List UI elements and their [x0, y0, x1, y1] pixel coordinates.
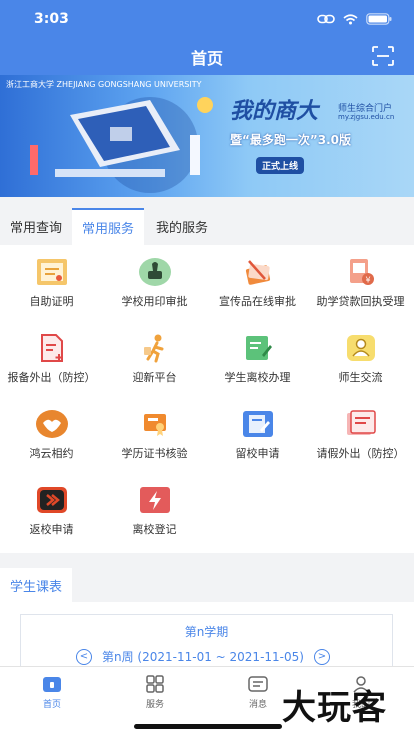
banner-badge: 正式上线: [256, 157, 305, 174]
nav-services-label: 服务: [145, 700, 164, 710]
banner-url: my.zjgsu.edu.cn: [338, 113, 395, 121]
seal-stamp-icon: [138, 257, 172, 287]
message-icon: [248, 676, 268, 692]
service-label: 迎新平台: [132, 371, 177, 384]
nav-services[interactable]: 服务: [125, 675, 185, 710]
nav-home-label: 首页: [42, 700, 61, 710]
publicity-materials-icon: [241, 257, 275, 287]
battery-icon: [366, 13, 392, 25]
service-item-report-outing[interactable]: 报备外出（防控）: [0, 333, 103, 385]
banner-illustration: [30, 97, 213, 193]
service-item-publicity-approval[interactable]: 宣传品在线审批: [206, 257, 309, 309]
promo-banner[interactable]: 浙江工商大学 ZHEJIANG GONGSHANG UNIVERSITY 我的商…: [0, 75, 414, 197]
service-label: 宣传品在线审批: [219, 295, 296, 308]
nav-messages-label: 消息: [248, 700, 267, 710]
nav-messages[interactable]: 消息: [228, 675, 288, 710]
lightning-icon: [138, 485, 172, 515]
service-label: 学生离校办理: [224, 371, 291, 384]
service-item-stay-application[interactable]: 留校申请: [206, 409, 309, 461]
status-time: 3:03: [34, 11, 69, 27]
grid-icon: [146, 675, 164, 693]
link-icon: [317, 14, 335, 24]
nav-home[interactable]: 首页: [22, 675, 82, 710]
service-item-departure-registration[interactable]: 离校登记: [103, 485, 206, 537]
loan-receipt-icon: ¥: [344, 257, 378, 287]
service-item-loan-receipt[interactable]: ¥ 助学贷款回执受理: [309, 257, 412, 309]
service-label: 请假外出（防控）: [316, 447, 405, 460]
week-selector: < 第n周 (2021-11-01 ~ 2021-11-05) >: [76, 648, 330, 665]
user-chat-icon: [344, 333, 378, 363]
tab-my-services[interactable]: 我的服务: [144, 208, 220, 245]
certificate-icon: [35, 257, 69, 287]
university-logo-text: 浙江工商大学 ZHEJIANG GONGSHANG UNIVERSITY: [6, 80, 202, 89]
semester-label: 第n学期: [184, 625, 229, 639]
service-item-seal-approval[interactable]: 学校用印审批: [103, 257, 206, 309]
status-icons: [317, 13, 392, 25]
service-label: 鸿云相约: [29, 447, 74, 460]
service-item-diploma-verify[interactable]: 学历证书核验: [103, 409, 206, 461]
next-week-button[interactable]: >: [313, 648, 330, 665]
app-header: 3:03 首页: [0, 0, 414, 75]
return-school-icon: [35, 485, 69, 515]
prev-week-button[interactable]: <: [76, 648, 92, 665]
wifi-icon: [343, 13, 358, 24]
service-label: 学校用印审批: [121, 295, 188, 308]
service-tabs: 常用查询 常用服务 我的服务: [0, 208, 414, 245]
diploma-icon: [138, 409, 172, 439]
service-label: 报备外出（防控）: [7, 371, 96, 384]
week-range: 第n周 (2021-11-01 ~ 2021-11-05): [102, 650, 304, 664]
service-grid: 自助证明 学校用印审批 宣传品在线审批 ¥ 助学贷款回执受理 报备外出（防控） …: [0, 245, 414, 553]
banner-headline: 我的商大: [230, 99, 319, 124]
banner-tagline: 暨“最多跑一次”3.0版: [230, 133, 352, 147]
stay-form-icon: [241, 409, 275, 439]
service-label: 助学贷款回执受理: [316, 295, 405, 308]
home-icon: [43, 677, 61, 692]
tab-common-query[interactable]: 常用查询: [0, 208, 72, 245]
report-document-icon: [35, 333, 69, 363]
handshake-icon: [35, 409, 69, 439]
walking-person-icon: [138, 333, 172, 363]
watermark-text: 大玩客: [282, 688, 387, 728]
scan-icon[interactable]: [372, 46, 394, 66]
service-label: 离校登记: [132, 523, 177, 536]
service-label: 自助证明: [29, 295, 74, 308]
service-label: 留校申请: [235, 447, 280, 460]
home-indicator[interactable]: [134, 724, 282, 729]
status-bar: 3:03: [0, 0, 414, 38]
service-item-teacher-student-exchange[interactable]: 师生交流: [309, 333, 412, 385]
svg-text:¥: ¥: [365, 276, 370, 285]
service-label: 师生交流: [338, 371, 383, 384]
tab-common-services[interactable]: 常用服务: [72, 208, 144, 245]
service-item-freshman-platform[interactable]: 迎新平台: [103, 333, 206, 385]
service-item-self-certificate[interactable]: 自助证明: [0, 257, 103, 309]
tab-student-schedule[interactable]: 学生课表: [0, 568, 72, 602]
service-item-return-application[interactable]: 返校申请: [0, 485, 103, 537]
edit-form-icon: [241, 333, 275, 363]
schedule-panel: 第n学期 < 第n周 (2021-11-01 ~ 2021-11-05) >: [0, 602, 414, 674]
service-item-leave-request[interactable]: 请假外出（防控）: [309, 409, 412, 461]
schedule-card: 第n学期 < 第n周 (2021-11-01 ~ 2021-11-05) >: [20, 614, 393, 674]
service-item-hongyun-meet[interactable]: 鸿云相约: [0, 409, 103, 461]
service-label: 返校申请: [29, 523, 74, 536]
leave-slip-icon: [344, 409, 378, 439]
page-title: 首页: [190, 49, 223, 68]
service-item-student-departure[interactable]: 学生离校办理: [206, 333, 309, 385]
service-label: 学历证书核验: [121, 447, 188, 460]
